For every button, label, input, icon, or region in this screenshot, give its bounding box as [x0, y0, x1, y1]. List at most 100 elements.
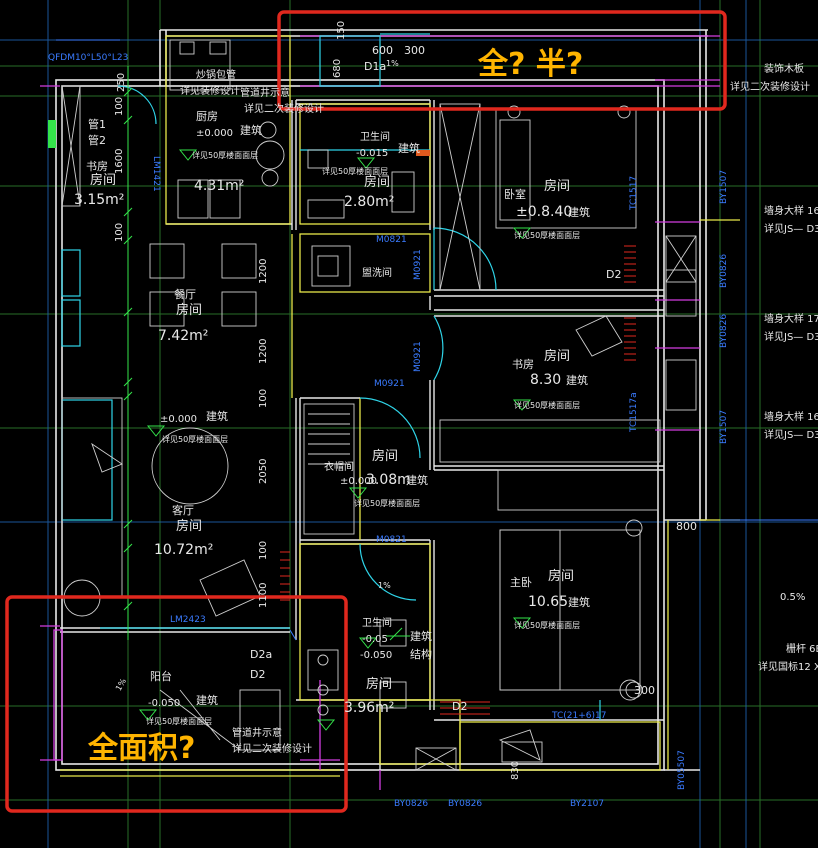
study2-area: 8.30 [530, 372, 561, 388]
study-left-area: 3.15m² [74, 192, 124, 208]
annotation-bottom-text: 全面积? [87, 731, 195, 766]
by-right-5: BY05507 [677, 750, 687, 790]
rail-note: 栅杆 6B [786, 642, 818, 655]
wall-note-1: 墙身大样 16 [764, 204, 818, 217]
d2-label-c: D2 [452, 700, 467, 713]
dim-300: 300 [404, 44, 425, 57]
bedroom-build: 建筑 [568, 205, 590, 219]
master-build: 建筑 [568, 595, 590, 609]
kitchen-floor: 详见50厚楼面面层 [192, 150, 258, 160]
bottom-by-1: BY0826 [394, 799, 428, 809]
balcony-shaft-2: 详见二次装修设计 [232, 742, 312, 755]
study-left-type: 房间 [90, 172, 116, 188]
dim-600: 600 [372, 44, 393, 57]
right-note-2: 详见二次装修设计 [730, 80, 810, 93]
wall-note-3: 墙身大样 16 [764, 410, 818, 423]
bedroom-type: 房间 [544, 178, 570, 194]
dim-250: 250 [116, 73, 127, 92]
master-area: 10.65 [528, 594, 568, 610]
kitchen-name: 厨房 [196, 110, 218, 123]
living-build: 建筑 [206, 409, 228, 423]
bath1-elev: -0.015 [356, 148, 388, 159]
d2-label: D2 [250, 668, 265, 681]
pipe-2: 管2 [88, 133, 106, 147]
closet-name: 衣帽间 [324, 460, 354, 473]
code-label: QFDM10°L50°L23 [48, 53, 128, 63]
wall-note-1b: 详见JS— D3 [764, 222, 818, 235]
living-type: 房间 [176, 518, 202, 534]
kitchen-elev: ±0.000 [196, 128, 233, 139]
balcony-shaft: 管道井示意 [232, 726, 282, 739]
slope-1: 1% [114, 677, 128, 693]
balcony-elev: -0.050 [148, 698, 180, 709]
shaft-note: 管道井示意 [240, 86, 290, 99]
dim-1200b: 1200 [258, 339, 269, 364]
balcony-floor: 详见50厚楼面面层 [146, 716, 212, 726]
study2-floor: 详见50厚楼面面层 [514, 400, 580, 410]
lm2423-label: LM2423 [170, 615, 206, 625]
tc-label-2: TC1517a [629, 392, 639, 433]
dim-100a: 100 [114, 97, 125, 116]
study2-type: 房间 [544, 348, 570, 364]
lm-label: LM1421 [151, 156, 161, 192]
closet-type: 房间 [372, 448, 398, 464]
dim-300b: 300 [634, 684, 655, 697]
slope-note: 0.5% [780, 592, 805, 603]
floor-plan-screenshot: QFDM10°L50°L23 600 300 D1a 150 680 装饰木板 … [0, 0, 818, 848]
bath1-type: 房间 [364, 174, 390, 190]
bath2-area: 3.96m² [344, 700, 394, 716]
bottom-by-2: BY0826 [448, 799, 482, 809]
kitchen-note-2: 详见装修设计 [180, 84, 240, 97]
dim-680: 680 [332, 59, 343, 78]
bath2-name: 卫生间 [362, 616, 392, 629]
master-name: 主卧 [510, 576, 532, 589]
kitchen-note: 炒锅包管 [196, 68, 236, 81]
dim-100d: 100 [258, 541, 269, 560]
dim-1200a: 1200 [258, 259, 269, 284]
dining-name: 餐厅 [174, 287, 196, 301]
right-note-1: 装饰木板 [764, 62, 804, 75]
master-floor: 详见50厚楼面面层 [514, 620, 580, 630]
door-m0921b: M0921 [413, 341, 423, 372]
by-right-4: BY1507 [719, 410, 729, 444]
dim-2050: 2050 [258, 459, 269, 484]
shaft-note-2: 详见二次装修设计 [244, 102, 324, 115]
study-left-name: 书房 [86, 160, 108, 173]
door-m0821a: M0821 [376, 235, 407, 245]
d2a-label: D2a [250, 648, 272, 661]
rail-note-2: 详见国标12 XI [758, 660, 818, 673]
living-area: 10.72m² [154, 542, 213, 558]
study2-name: 书房 [512, 358, 534, 371]
green-marker [48, 120, 56, 148]
dim-800: 800 [676, 520, 697, 533]
annotation-top-text: 全? 半? [477, 47, 583, 82]
tc-label-1: TC1517 [629, 176, 639, 211]
door-m0821b: M0821 [376, 535, 407, 545]
dim-150: 150 [336, 21, 347, 40]
pipe-1: 管1 [88, 117, 106, 131]
bath1-floor: 详见50厚楼面面层 [322, 166, 388, 176]
balcony-name: 阳台 [150, 669, 172, 683]
dining-type: 房间 [176, 302, 202, 318]
dim-100b: 100 [114, 223, 125, 242]
closet-build: 建筑 [406, 473, 428, 487]
kitchen-build: 建筑 [240, 123, 262, 137]
living-name: 客厅 [172, 503, 194, 517]
slope-2: 1% [378, 581, 391, 590]
cyan-details [61, 33, 601, 720]
balcony-build: 建筑 [196, 693, 218, 707]
by-right-3: BY0826 [719, 314, 729, 348]
dim-830: 830 [510, 761, 521, 780]
left-dimension-line [123, 66, 133, 640]
door-m0921c: M0921 [374, 379, 405, 389]
living-elev: ±0.000 [160, 414, 197, 425]
closet-floor: 详见50厚楼面面层 [354, 498, 420, 508]
dim-100c: 100 [258, 389, 269, 408]
window-label: D1a [364, 60, 386, 73]
living-floor: 详见50厚楼面面层 [162, 434, 228, 444]
master-type: 房间 [548, 568, 574, 584]
dim-1600: 1600 [114, 149, 125, 174]
wall-note-2: 墙身大样 17 [764, 312, 818, 325]
bedroom-floor: 详见50厚楼面面层 [514, 230, 580, 240]
wall-note-2b: 详见JS— D3 [764, 330, 818, 343]
